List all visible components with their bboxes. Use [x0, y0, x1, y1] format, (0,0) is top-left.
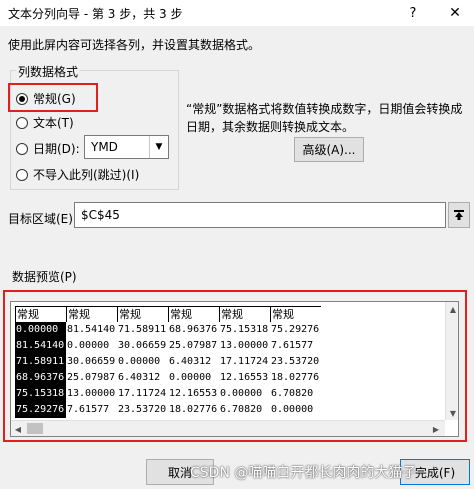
preview-cell[interactable]: 0.00000: [66, 338, 117, 354]
preview-cell[interactable]: 18.02776: [168, 402, 219, 418]
preview-cell[interactable]: 75.15318: [219, 322, 270, 338]
preview-cell[interactable]: 75.29276: [15, 402, 66, 418]
preview-cell[interactable]: 75.15318: [15, 386, 66, 402]
radio-date-indicator[interactable]: [16, 142, 28, 155]
scroll-down-icon[interactable]: ▼: [446, 406, 458, 420]
preview-column-header[interactable]: 常规: [219, 306, 270, 322]
vertical-scrollbar[interactable]: ▲ ▼: [445, 302, 458, 420]
preview-cell[interactable]: 6.40312: [168, 354, 219, 370]
chevron-down-icon[interactable]: ▼: [149, 136, 168, 158]
preview-cell[interactable]: 81.54140: [66, 322, 117, 338]
radio-text-indicator[interactable]: [16, 116, 28, 129]
preview-cell[interactable]: 13.00000: [66, 386, 117, 402]
preview-cell[interactable]: 71.58911: [117, 322, 168, 338]
preview-cell[interactable]: 12.16553: [219, 370, 270, 386]
radio-skip-indicator[interactable]: [16, 168, 28, 181]
preview-cell[interactable]: 7.61577: [270, 338, 321, 354]
radio-general-indicator[interactable]: [16, 92, 28, 105]
radio-general[interactable]: 常规(G): [16, 90, 76, 107]
instruction-text: 使用此屏内容可选择各列，并设置其数据格式。: [8, 38, 261, 52]
preview-column-header[interactable]: 常规: [168, 306, 219, 322]
horizontal-scrollbar[interactable]: ◀ ▶: [11, 420, 445, 436]
radio-skip[interactable]: 不导入此列(跳过)(I): [16, 166, 139, 183]
preview-cell[interactable]: 0.00000: [270, 402, 321, 418]
collapse-dialog-button[interactable]: [448, 202, 470, 228]
preview-cell[interactable]: 75.29276: [270, 322, 321, 338]
advanced-button[interactable]: 高级(A)...: [294, 137, 364, 162]
scroll-left-icon[interactable]: ◀: [11, 422, 25, 436]
preview-cell[interactable]: 30.06659: [117, 338, 168, 354]
preview-label: 数据预览(P): [12, 270, 77, 284]
watermark: CSDN @喵喵白开都长肉肉的大猫子: [190, 465, 417, 481]
destination-input[interactable]: $C$45: [74, 202, 446, 228]
radio-text-label: 文本(T): [33, 116, 74, 130]
preview-cell[interactable]: 23.53720: [117, 402, 168, 418]
date-format-value: YMD: [91, 140, 118, 154]
radio-date[interactable]: 日期(D):: [16, 140, 80, 157]
preview-column-header[interactable]: 常规: [117, 306, 168, 322]
preview-cell[interactable]: 68.96376: [168, 322, 219, 338]
preview-cell[interactable]: 18.02776: [270, 370, 321, 386]
preview-cell[interactable]: 0.00000: [219, 386, 270, 402]
preview-column-header[interactable]: 常规: [15, 306, 66, 322]
destination-value: $C$45: [81, 208, 120, 222]
column-format-legend: 列数据格式: [16, 63, 81, 80]
radio-general-label: 常规(G): [33, 92, 76, 106]
preview-cell[interactable]: 17.11724: [219, 354, 270, 370]
preview-cell[interactable]: 12.16553: [168, 386, 219, 402]
scroll-up-icon[interactable]: ▲: [446, 302, 458, 316]
scroll-thumb[interactable]: [27, 423, 43, 434]
preview-column-header[interactable]: 常规: [270, 306, 321, 322]
destination-label: 目标区域(E):: [8, 212, 77, 226]
preview-cell[interactable]: 23.53720: [270, 354, 321, 370]
preview-cell[interactable]: 6.70820: [219, 402, 270, 418]
preview-cell[interactable]: 7.61577: [66, 402, 117, 418]
collapse-arrow-icon: [454, 210, 464, 220]
preview-cell[interactable]: 0.00000: [168, 370, 219, 386]
preview-cell[interactable]: 0.00000: [15, 322, 66, 338]
radio-date-label: 日期(D):: [33, 142, 80, 156]
preview-cell[interactable]: 6.70820: [270, 386, 321, 402]
format-description: “常规”数据格式将数值转换成数字，日期值会转换成日期，其余数据则转换成文本。: [186, 102, 463, 134]
preview-cell[interactable]: 25.07987: [66, 370, 117, 386]
preview-cell[interactable]: 68.96376: [15, 370, 66, 386]
help-button[interactable]: ?: [398, 1, 428, 25]
date-format-select[interactable]: YMD ▼: [84, 135, 169, 159]
window-title: 文本分列向导 - 第 3 步，共 3 步: [8, 7, 183, 21]
preview-cell[interactable]: 81.54140: [15, 338, 66, 354]
preview-cell[interactable]: 71.58911: [15, 354, 66, 370]
scroll-right-icon[interactable]: ▶: [429, 422, 443, 436]
radio-skip-label: 不导入此列(跳过)(I): [33, 168, 140, 182]
preview-cell[interactable]: 0.00000: [117, 354, 168, 370]
preview-cell[interactable]: 6.40312: [117, 370, 168, 386]
preview-cell[interactable]: 13.00000: [219, 338, 270, 354]
preview-column-header[interactable]: 常规: [66, 306, 117, 322]
preview-cell[interactable]: 25.07987: [168, 338, 219, 354]
preview-cell[interactable]: 30.06659: [66, 354, 117, 370]
close-button[interactable]: ✕: [440, 1, 470, 25]
preview-cell[interactable]: 17.11724: [117, 386, 168, 402]
preview-pane[interactable]: 常规 常规 常规 常规 常规 常规 0.00000 81.54140 71.58911 68.96…: [10, 301, 459, 437]
radio-text[interactable]: 文本(T): [16, 114, 74, 131]
